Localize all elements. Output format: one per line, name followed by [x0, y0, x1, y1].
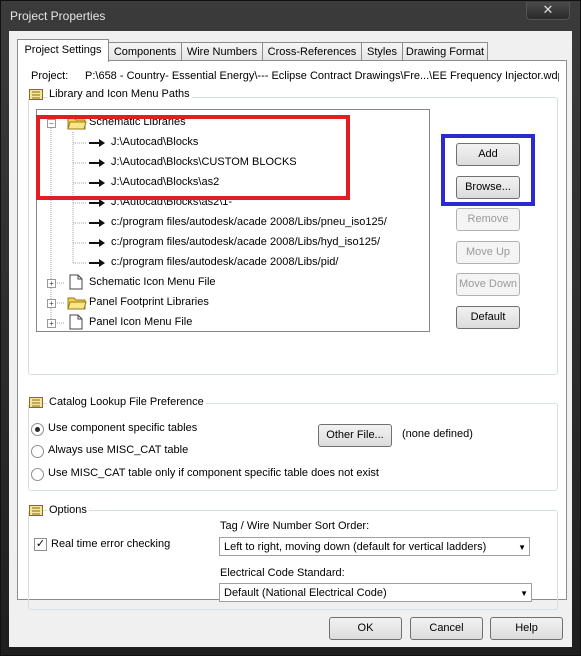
default-button[interactable]: Default: [456, 306, 520, 329]
tab-cross-references[interactable]: Cross-References: [262, 42, 362, 61]
chevron-down-icon: ▼: [518, 543, 526, 552]
project-settings-panel: Project: P:\658 - Country- Essential Ene…: [17, 60, 567, 610]
sort-order-select[interactable]: Left to right, moving down (default for …: [219, 537, 530, 556]
library-path-item[interactable]: c:/program files/autodesk/acade 2008/Lib…: [111, 213, 387, 231]
tree-node-panel-footprint-libraries[interactable]: Panel Footprint Libraries: [89, 293, 209, 311]
expand-toggle[interactable]: +: [47, 279, 56, 288]
path-arrow-icon: [89, 259, 105, 267]
ok-button[interactable]: OK: [329, 617, 402, 640]
electrical-code-select[interactable]: Default (National Electrical Code) ▼: [219, 583, 532, 602]
move-down-button[interactable]: Move Down: [456, 273, 520, 296]
options-group-title: Options: [47, 504, 89, 516]
tree-node-schematic-icon-menu-file[interactable]: Schematic Icon Menu File: [89, 273, 216, 291]
folder-tree-icon: [29, 89, 43, 100]
project-label: Project:: [31, 70, 69, 82]
library-path-item[interactable]: c:/program files/autodesk/acade 2008/Lib…: [111, 253, 338, 271]
remove-button[interactable]: Remove: [456, 208, 520, 231]
realtime-error-label: Real time error checking: [51, 538, 171, 550]
path-arrow-icon: [89, 219, 105, 227]
move-up-button[interactable]: Move Up: [456, 241, 520, 264]
dialog-client: Project Settings Components Wire Numbers…: [9, 31, 572, 647]
expand-toggle[interactable]: +: [47, 299, 56, 308]
file-icon: [69, 314, 83, 330]
help-button[interactable]: Help: [490, 617, 563, 640]
cancel-button[interactable]: Cancel: [410, 617, 483, 640]
folder-tree-icon: [29, 397, 43, 408]
sort-order-label: Tag / Wire Number Sort Order:: [220, 520, 370, 532]
library-group-title: Library and Icon Menu Paths: [47, 88, 192, 100]
project-properties-window: Project Properties ✕ Project Settings Co…: [0, 0, 581, 656]
electrical-code-label: Electrical Code Standard:: [220, 567, 345, 579]
other-file-button[interactable]: Other File...: [318, 424, 392, 447]
sort-order-value: Left to right, moving down (default for …: [224, 541, 487, 553]
blue-highlight-box: [441, 134, 535, 206]
radio-misc-cat-fallback[interactable]: [31, 468, 44, 481]
radio-always-misc-cat[interactable]: [31, 445, 44, 458]
folder-tree-icon: [29, 505, 43, 516]
red-highlight-box: [36, 115, 350, 200]
tab-wire-numbers[interactable]: Wire Numbers: [181, 42, 263, 61]
library-path-item[interactable]: c:/program files/autodesk/acade 2008/Lib…: [111, 233, 380, 251]
title-bar[interactable]: Project Properties ✕: [1, 1, 580, 31]
radio-label: Always use MISC_CAT table: [48, 444, 189, 456]
catalog-group-title: Catalog Lookup File Preference: [47, 396, 206, 408]
window-title: Project Properties: [10, 9, 106, 23]
tab-styles[interactable]: Styles: [361, 42, 403, 61]
tree-node-panel-icon-menu-file[interactable]: Panel Icon Menu File: [89, 313, 192, 331]
project-path: P:\658 - Country- Essential Energy\--- E…: [85, 70, 559, 82]
other-file-value: (none defined): [402, 428, 473, 440]
radio-label: Use MISC_CAT table only if component spe…: [48, 467, 379, 479]
chevron-down-icon: ▼: [520, 589, 528, 598]
close-icon[interactable]: ✕: [526, 2, 570, 20]
tab-drawing-format[interactable]: Drawing Format: [402, 42, 488, 61]
radio-component-specific[interactable]: [31, 423, 44, 436]
tab-components[interactable]: Components: [108, 42, 182, 61]
expand-toggle[interactable]: +: [47, 319, 56, 328]
electrical-code-value: Default (National Electrical Code): [224, 587, 387, 599]
radio-label: Use component specific tables: [48, 422, 198, 434]
tab-project-settings[interactable]: Project Settings: [17, 39, 109, 62]
path-arrow-icon: [89, 239, 105, 247]
file-icon: [69, 274, 83, 290]
realtime-error-checkbox[interactable]: ✓: [34, 538, 47, 551]
folder-open-icon: [67, 297, 87, 310]
